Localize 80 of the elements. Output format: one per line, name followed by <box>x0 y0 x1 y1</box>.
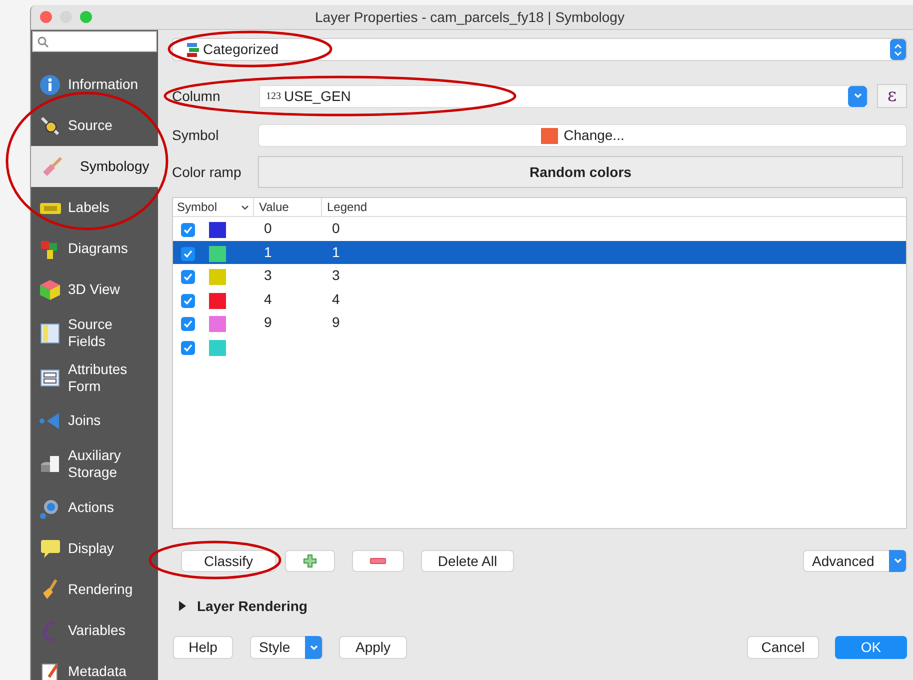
column-dropdown[interactable]: 123 USE_GEN <box>259 84 868 108</box>
table-cell-text: 1 <box>264 242 273 262</box>
table-cell-text: 3 <box>332 266 340 285</box>
sidebar-item[interactable]: Variables <box>31 610 158 651</box>
sidebar-item[interactable]: 3D View <box>31 269 158 310</box>
speech-bubble-icon <box>39 538 61 560</box>
cube-icon <box>39 278 61 300</box>
window-title: Layer Properties - cam_parcels_fy18 | Symbology <box>315 8 624 27</box>
advanced-dropdown[interactable]: Advanced <box>803 550 907 572</box>
categorized-icon <box>187 42 199 56</box>
sidebar-item[interactable]: Symbology <box>31 146 158 187</box>
checkbox[interactable] <box>181 340 195 354</box>
column-header[interactable]: Value <box>254 198 322 216</box>
table-columns-icon <box>39 322 61 344</box>
layer-rendering-toggle[interactable]: Layer Rendering <box>172 596 907 616</box>
sidebar-item[interactable]: Source <box>31 105 158 146</box>
column-header[interactable]: Legend <box>322 198 368 216</box>
column-value: USE_GEN <box>284 86 352 106</box>
table-cell-text: 1 <box>332 242 340 262</box>
category-row[interactable]: 1 1 <box>173 240 906 264</box>
help-button[interactable]: Help <box>173 636 233 659</box>
plus-icon <box>303 554 317 568</box>
dropdown-caret-icon <box>848 86 867 106</box>
delete-all-button[interactable]: Delete All <box>421 550 514 572</box>
sidebar-item[interactable]: Metadata <box>31 651 158 680</box>
sidebar-item[interactable]: Labels <box>31 187 158 228</box>
category-row[interactable]: 0 0 <box>173 217 906 240</box>
sidebar-item[interactable]: Information <box>31 64 158 105</box>
sidebar-item[interactable]: Joins <box>31 400 158 441</box>
table-cell-text: 3 <box>264 266 273 285</box>
form-icon <box>39 366 61 388</box>
close-window-button[interactable] <box>40 11 52 23</box>
color-ramp-label: Color ramp <box>172 162 242 182</box>
sidebar-item[interactable]: Actions <box>31 487 158 528</box>
column-label: Column <box>172 86 222 106</box>
dropdown-caret-icon <box>889 550 906 572</box>
color-ramp-button[interactable]: Random colors <box>258 156 903 188</box>
sort-caret-icon <box>241 204 249 210</box>
renderer-dropdown[interactable]: Categorized <box>172 38 907 61</box>
table-cell-text: 4 <box>264 290 273 308</box>
category-row[interactable]: 3 3 <box>173 264 906 288</box>
sidebar-item[interactable]: Source Fields <box>31 310 158 355</box>
checkbox[interactable] <box>181 223 195 237</box>
search-icon <box>37 36 49 48</box>
category-row[interactable]: 9 9 <box>173 311 906 334</box>
checkbox[interactable] <box>181 317 195 331</box>
category-row[interactable]: 4 4 <box>173 288 906 311</box>
remove-category-button[interactable] <box>352 550 404 572</box>
field-type-label: 123 <box>266 90 281 104</box>
apply-button[interactable]: Apply <box>339 636 407 659</box>
search-field[interactable] <box>32 31 157 52</box>
stepper-icon <box>890 39 906 60</box>
sidebar-item[interactable]: Rendering <box>31 569 158 610</box>
table-cell-text: 4 <box>332 290 340 308</box>
checkbox[interactable] <box>181 294 195 308</box>
sidebar-item[interactable]: Auxiliary Storage <box>31 441 158 487</box>
maximize-window-button[interactable] <box>80 11 92 23</box>
table-cell-text: 0 <box>332 219 340 238</box>
expression-button[interactable]: ε <box>877 84 907 108</box>
checkbox[interactable] <box>181 270 195 284</box>
classify-button[interactable]: Classify <box>181 550 276 572</box>
table-cell-text: 9 <box>264 313 273 332</box>
sidebar-item[interactable]: Diagrams <box>31 228 158 269</box>
add-category-button[interactable] <box>285 550 335 572</box>
paintbrush-icon <box>41 156 63 178</box>
minus-icon <box>370 558 386 564</box>
table-cell-text: 9 <box>332 313 340 332</box>
information-icon <box>39 74 61 96</box>
sidebar-item[interactable]: Attributes Form <box>31 355 158 400</box>
style-dropdown[interactable]: Style <box>250 636 323 659</box>
table-cell-text: 0 <box>264 219 273 238</box>
column-header[interactable]: Symbol <box>173 198 254 216</box>
dropdown-caret-icon <box>305 636 322 659</box>
checkbox[interactable] <box>181 246 195 260</box>
disclosure-triangle-icon <box>178 601 187 611</box>
symbol-label: Symbol <box>172 126 220 145</box>
cancel-button[interactable]: Cancel <box>747 636 819 659</box>
document-pen-icon <box>39 660 61 680</box>
sidebar-item[interactable]: Display <box>31 528 158 569</box>
change-symbol-button[interactable]: Change... <box>258 124 907 147</box>
